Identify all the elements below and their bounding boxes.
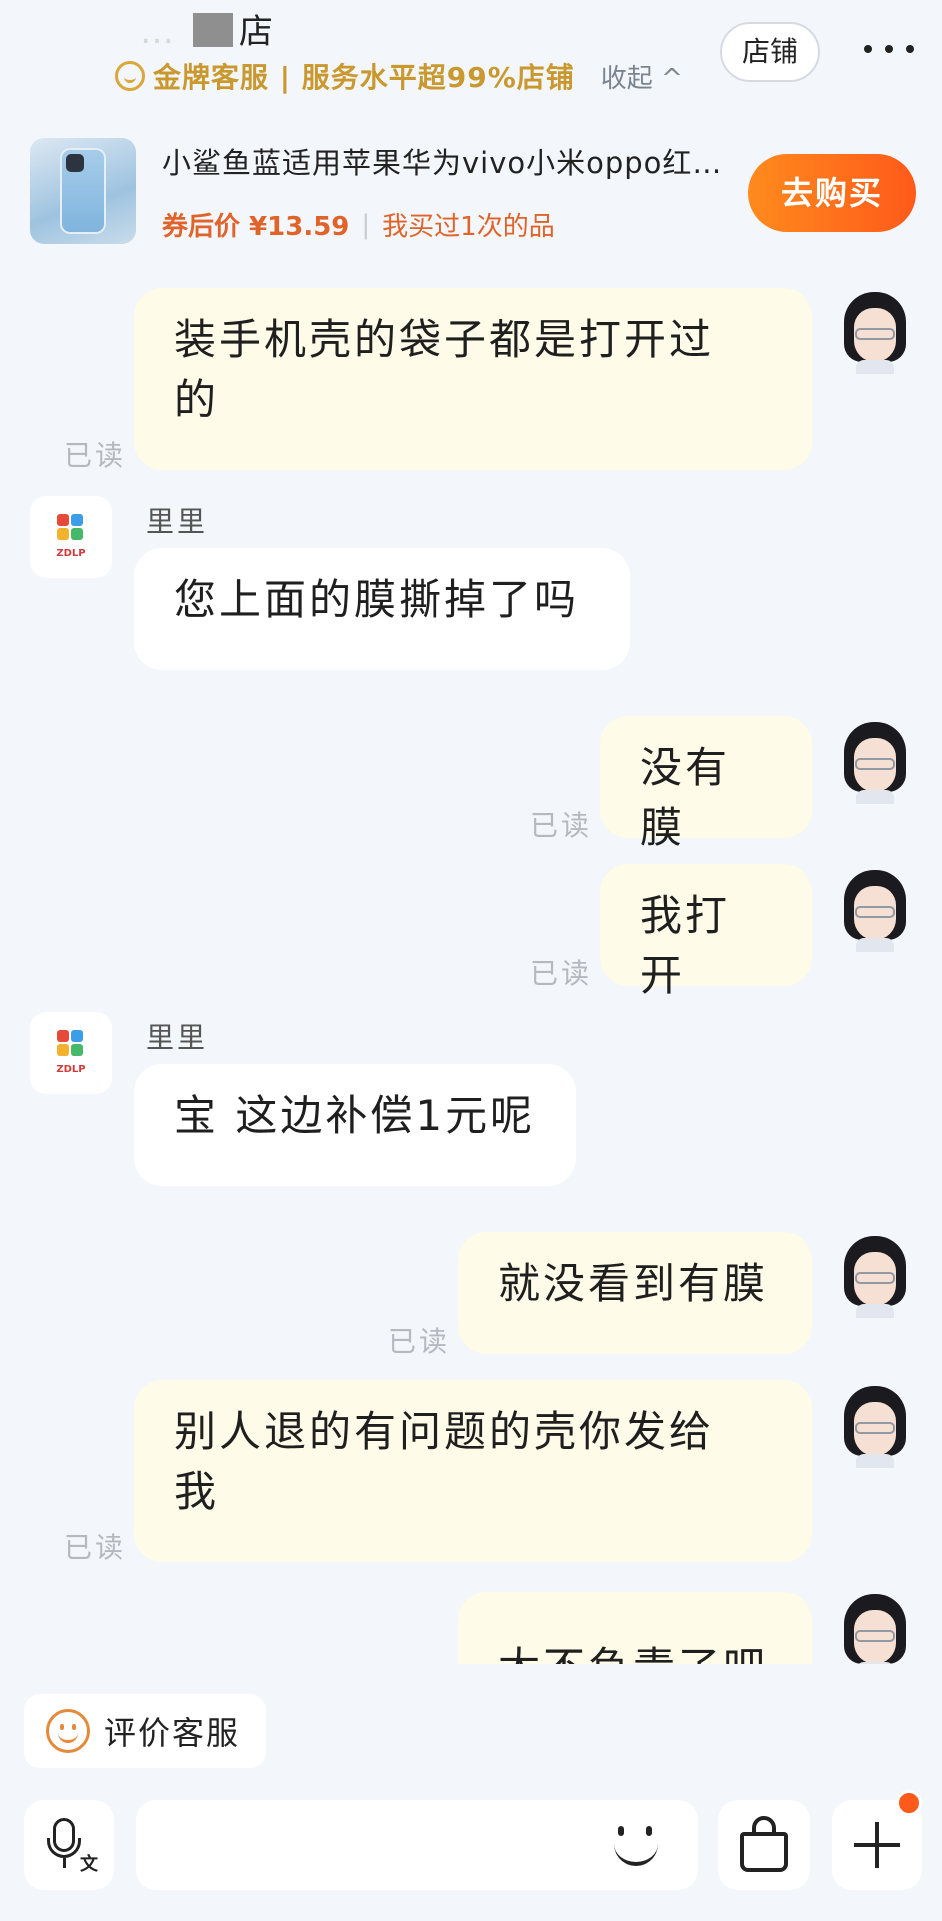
message-bubble-outgoing[interactable]: 别人退的有问题的壳你发给 我: [134, 1380, 812, 1562]
read-status: 已读: [530, 957, 593, 990]
product-meta: 券后价 ¥13.59 | 我买过1次的品: [162, 206, 555, 243]
sender-name: 里里: [146, 505, 209, 538]
notification-dot: [896, 1790, 922, 1816]
sender-name: 里里: [146, 1021, 209, 1054]
voice-to-text-label: 文: [80, 1854, 98, 1875]
shop-avatar[interactable]: ZDLP: [30, 496, 112, 578]
message-line: 装手机壳的袋子都是打开过: [174, 315, 715, 364]
message-bubble-outgoing[interactable]: 装手机壳的袋子都是打开过 的: [134, 288, 812, 470]
emoji-icon[interactable]: [606, 1814, 666, 1874]
message-line: 我打开: [640, 891, 731, 1000]
message-line: 宝 这边补偿1元呢: [174, 1091, 536, 1140]
read-status: 已读: [64, 439, 127, 472]
product-card[interactable]: 小鲨鱼蓝适用苹果华为vivo小米oppo红… 券后价 ¥13.59 | 我买过1…: [0, 130, 942, 260]
message-line: 没有膜: [640, 743, 731, 852]
message-line: 您上面的膜撕掉了吗: [174, 575, 580, 624]
message-clip: 太不负责了吧: [0, 1580, 942, 1664]
shop-logo-text: ZDLP: [56, 1064, 86, 1075]
shopping-bag-button[interactable]: [718, 1800, 810, 1890]
input-bar: 文: [0, 1790, 942, 1921]
collapse-button[interactable]: 收起 ^: [601, 58, 683, 95]
shopping-bag-icon: [740, 1832, 788, 1872]
rate-service-label: 评价客服: [104, 1714, 241, 1752]
message-bubble-outgoing[interactable]: 太不负责了吧: [458, 1592, 812, 1664]
smile-icon: [46, 1709, 90, 1753]
shop-logo-icon: [57, 514, 85, 542]
message-bubble-outgoing[interactable]: 我打开: [600, 864, 812, 1000]
badge-text: 金牌客服 | 服务水平超99%店铺: [153, 61, 575, 94]
my-avatar[interactable]: [842, 870, 908, 952]
service-badge: 金牌客服 | 服务水平超99%店铺 收起 ^: [115, 56, 683, 96]
product-price: 券后价 ¥13.59: [162, 212, 350, 242]
meta-divider: |: [361, 209, 371, 240]
read-status: 已读: [530, 809, 593, 842]
message-input[interactable]: [136, 1800, 698, 1890]
message-bubble-outgoing[interactable]: 没有膜: [600, 716, 812, 852]
my-avatar[interactable]: [842, 722, 908, 804]
bought-count: 我买过1次的品: [382, 212, 555, 242]
product-image[interactable]: [30, 138, 136, 244]
voice-input-button[interactable]: 文: [24, 1800, 114, 1890]
shop-logo-text: ZDLP: [56, 548, 86, 559]
store-button[interactable]: 店铺: [720, 22, 820, 82]
read-status: 已读: [64, 1531, 127, 1564]
store-name: … 店: [140, 12, 274, 52]
shop-logo-icon: [57, 1030, 85, 1058]
message-line: 的: [174, 375, 220, 424]
message-bubble-incoming[interactable]: 宝 这边补偿1元呢: [134, 1064, 576, 1186]
message-line: 别人退的有问题的壳你发给: [174, 1407, 715, 1456]
message-line: 我: [174, 1467, 220, 1516]
more-options-icon[interactable]: [864, 24, 914, 74]
my-avatar[interactable]: [842, 1386, 908, 1468]
message-line: 太不负责了吧: [498, 1638, 772, 1664]
rate-service-button[interactable]: 评价客服: [24, 1694, 266, 1768]
shop-avatar[interactable]: ZDLP: [30, 1012, 112, 1094]
product-title[interactable]: 小鲨鱼蓝适用苹果华为vivo小米oppo红…: [162, 140, 732, 182]
my-avatar[interactable]: [842, 1236, 908, 1318]
read-status: 已读: [388, 1325, 451, 1358]
buy-button[interactable]: 去购买: [748, 154, 916, 232]
message-bubble-outgoing[interactable]: 就没看到有膜: [458, 1232, 812, 1354]
chat-header: … 店 金牌客服 | 服务水平超99%店铺 收起 ^ 店铺: [0, 0, 942, 130]
message-line: 就没看到有膜: [498, 1259, 769, 1308]
my-avatar[interactable]: [842, 292, 908, 374]
my-avatar[interactable]: [842, 1594, 908, 1664]
message-bubble-incoming[interactable]: 您上面的膜撕掉了吗: [134, 548, 630, 670]
smile-icon: [115, 61, 145, 91]
